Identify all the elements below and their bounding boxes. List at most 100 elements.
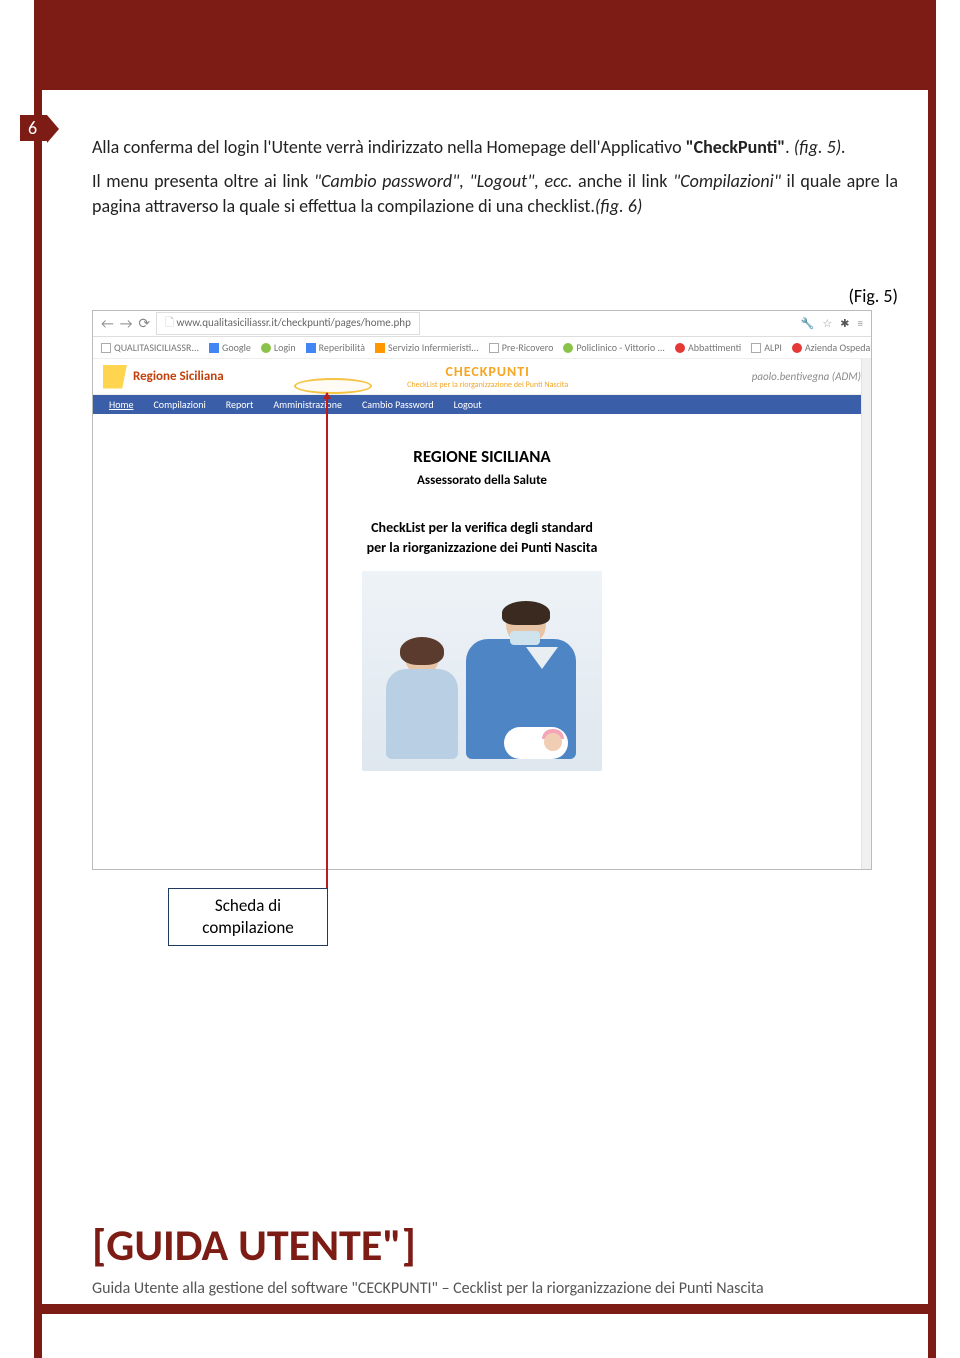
paragraph-2: Il menu presenta oltre ai link "Cambio p… <box>92 169 898 218</box>
page-icon <box>101 343 111 353</box>
bookmark-item[interactable]: Google <box>209 341 251 354</box>
star-icon[interactable]: ☆ <box>822 317 832 330</box>
bookmark-label: Login <box>274 341 296 354</box>
bookmark-item[interactable]: Policlinico - Vittorio ... <box>563 341 665 354</box>
back-icon[interactable]: ← <box>101 315 114 332</box>
app-heading-3: CheckList per la verifica degli standard… <box>113 518 851 557</box>
site-icon <box>375 343 385 353</box>
vertical-scrollbar[interactable] <box>861 359 871 869</box>
bracket: ] <box>402 1218 416 1272</box>
body-shape <box>386 669 458 759</box>
bookmark-label: QUALITASICILIASSR... <box>114 341 199 354</box>
document-page: 6 Alla conferma del login l'Utente verrà… <box>0 0 960 1358</box>
callout-text: Scheda di <box>215 895 281 916</box>
body-text: Alla conferma del login l'Utente verrà i… <box>92 135 898 228</box>
bookmark-item[interactable]: QUALITASICILIASSR... <box>101 341 199 354</box>
paragraph-1: Alla conferma del login l'Utente verrà i… <box>92 135 898 159</box>
link-names-italic: "Cambio password", "Logout", ecc. <box>314 170 573 192</box>
hero-image <box>362 571 602 771</box>
menu-report[interactable]: Report <box>216 395 264 414</box>
text: CheckList per la verifica degli standard <box>371 519 593 536</box>
callout-line <box>326 393 328 890</box>
fig-ref: (fig. 6) <box>595 195 642 217</box>
document-subtitle: Guida Utente alla gestione del software … <box>92 1279 910 1298</box>
site-icon <box>563 343 573 353</box>
page-icon <box>751 343 761 353</box>
extension-icon[interactable]: ✱ <box>840 317 849 330</box>
app-header: Regione Siciliana CHECKPUNTI CheckList p… <box>93 359 871 395</box>
baby-figure <box>504 727 568 759</box>
bookmark-item[interactable]: Azienda Ospedalier... <box>792 341 871 354</box>
app-name-bold: "CheckPunti" <box>686 136 785 158</box>
page-icon <box>489 343 499 353</box>
figure-label: (Fig. 5) <box>848 285 898 307</box>
title-text: GUIDA UTENTE" <box>106 1218 401 1272</box>
bookmark-label: Policlinico - Vittorio ... <box>576 341 665 354</box>
app-title-wrap: CHECKPUNTI CheckList per la riorganizzaz… <box>224 363 752 390</box>
face-shape <box>544 733 562 751</box>
callout-box: Scheda di compilazione <box>168 888 328 946</box>
site-icon <box>261 343 271 353</box>
text: anche il link <box>572 170 673 192</box>
menu-compilazioni[interactable]: Compilazioni <box>143 395 215 414</box>
url-text: www.qualitasiciliassr.it/checkpunti/page… <box>176 316 410 329</box>
toolbar-right: 🔧 ☆ ✱ ≡ <box>801 317 863 330</box>
browser-toolbar: ← → ⟳ 🗋 www.qualitasiciliassr.it/checkpu… <box>93 311 871 337</box>
left-border <box>34 0 42 1358</box>
main-menu: Home Compilazioni Report Amministrazione… <box>93 395 871 414</box>
link-name-italic: "Compilazioni" <box>673 170 781 192</box>
forward-icon[interactable]: → <box>120 315 133 332</box>
region-logo-icon <box>103 365 127 389</box>
bookmark-item[interactable]: Abbattimenti <box>675 341 741 354</box>
bookmark-label: Reperibilità <box>319 341 365 354</box>
bookmark-item[interactable]: Login <box>261 341 296 354</box>
embedded-screenshot: ← → ⟳ 🗋 www.qualitasiciliassr.it/checkpu… <box>92 310 872 870</box>
header-band <box>34 0 936 90</box>
bookmark-label: ALPI <box>764 341 782 354</box>
menu-home[interactable]: Home <box>99 395 143 414</box>
site-icon <box>675 343 685 353</box>
app-heading-2: Assessorato della Salute <box>113 473 851 488</box>
bookmark-item[interactable]: Reperibilità <box>306 341 365 354</box>
fig-ref: (fig. 5). <box>794 136 846 158</box>
address-bar[interactable]: 🗋 www.qualitasiciliassr.it/checkpunti/pa… <box>156 312 420 335</box>
app-subtitle: CheckList per la riorganizzazione dei Pu… <box>224 380 752 390</box>
logged-user: paolo.bentivegna (ADM) <box>752 370 861 383</box>
footer-band <box>34 1304 936 1314</box>
text: Il menu presenta oltre ai link <box>92 170 314 192</box>
bracket: [ <box>92 1218 106 1272</box>
page-number: 6 <box>28 117 37 139</box>
hair-shape <box>502 601 550 625</box>
app-body: REGIONE SICILIANA Assessorato della Salu… <box>93 414 871 789</box>
bookmark-item[interactable]: Pre-Ricovero <box>489 341 554 354</box>
text: . <box>785 136 794 158</box>
menu-cambio-password[interactable]: Cambio Password <box>352 395 444 414</box>
right-border <box>928 0 936 1358</box>
bookmark-label: Servizio Infermieristi... <box>388 341 479 354</box>
bookmark-label: Abbattimenti <box>688 341 741 354</box>
page-number-tab: 6 <box>20 115 47 141</box>
site-icon <box>792 343 802 353</box>
menu-logout[interactable]: Logout <box>444 395 492 414</box>
mask-shape <box>510 631 540 645</box>
bookmark-label: Google <box>222 341 251 354</box>
bookmark-item[interactable]: ALPI <box>751 341 782 354</box>
app-heading-1: REGIONE SICILIANA <box>113 446 851 467</box>
bookmark-item[interactable]: Servizio Infermieristi... <box>375 341 479 354</box>
bookmark-label: Pre-Ricovero <box>502 341 554 354</box>
hair-shape <box>400 637 444 665</box>
app-title: CHECKPUNTI <box>224 363 752 380</box>
bookmarks-bar: QUALITASICILIASSR... Google Login Reperi… <box>93 337 871 359</box>
callout-text: compilazione <box>202 917 293 938</box>
document-title: [GUIDA UTENTE"] <box>92 1218 416 1272</box>
bookmark-label: Azienda Ospedalier... <box>805 341 871 354</box>
text: per la riorganizzazione dei Punti Nascit… <box>367 539 598 556</box>
vneck-shape <box>526 647 558 669</box>
reload-icon[interactable]: ⟳ <box>138 315 150 332</box>
google-icon <box>209 343 219 353</box>
menu-amministrazione[interactable]: Amministrazione <box>263 395 352 414</box>
google-icon <box>306 343 316 353</box>
region-name: Regione Siciliana <box>133 369 224 384</box>
menu-icon[interactable]: ≡ <box>858 317 863 330</box>
wrench-icon[interactable]: 🔧 <box>801 317 815 330</box>
